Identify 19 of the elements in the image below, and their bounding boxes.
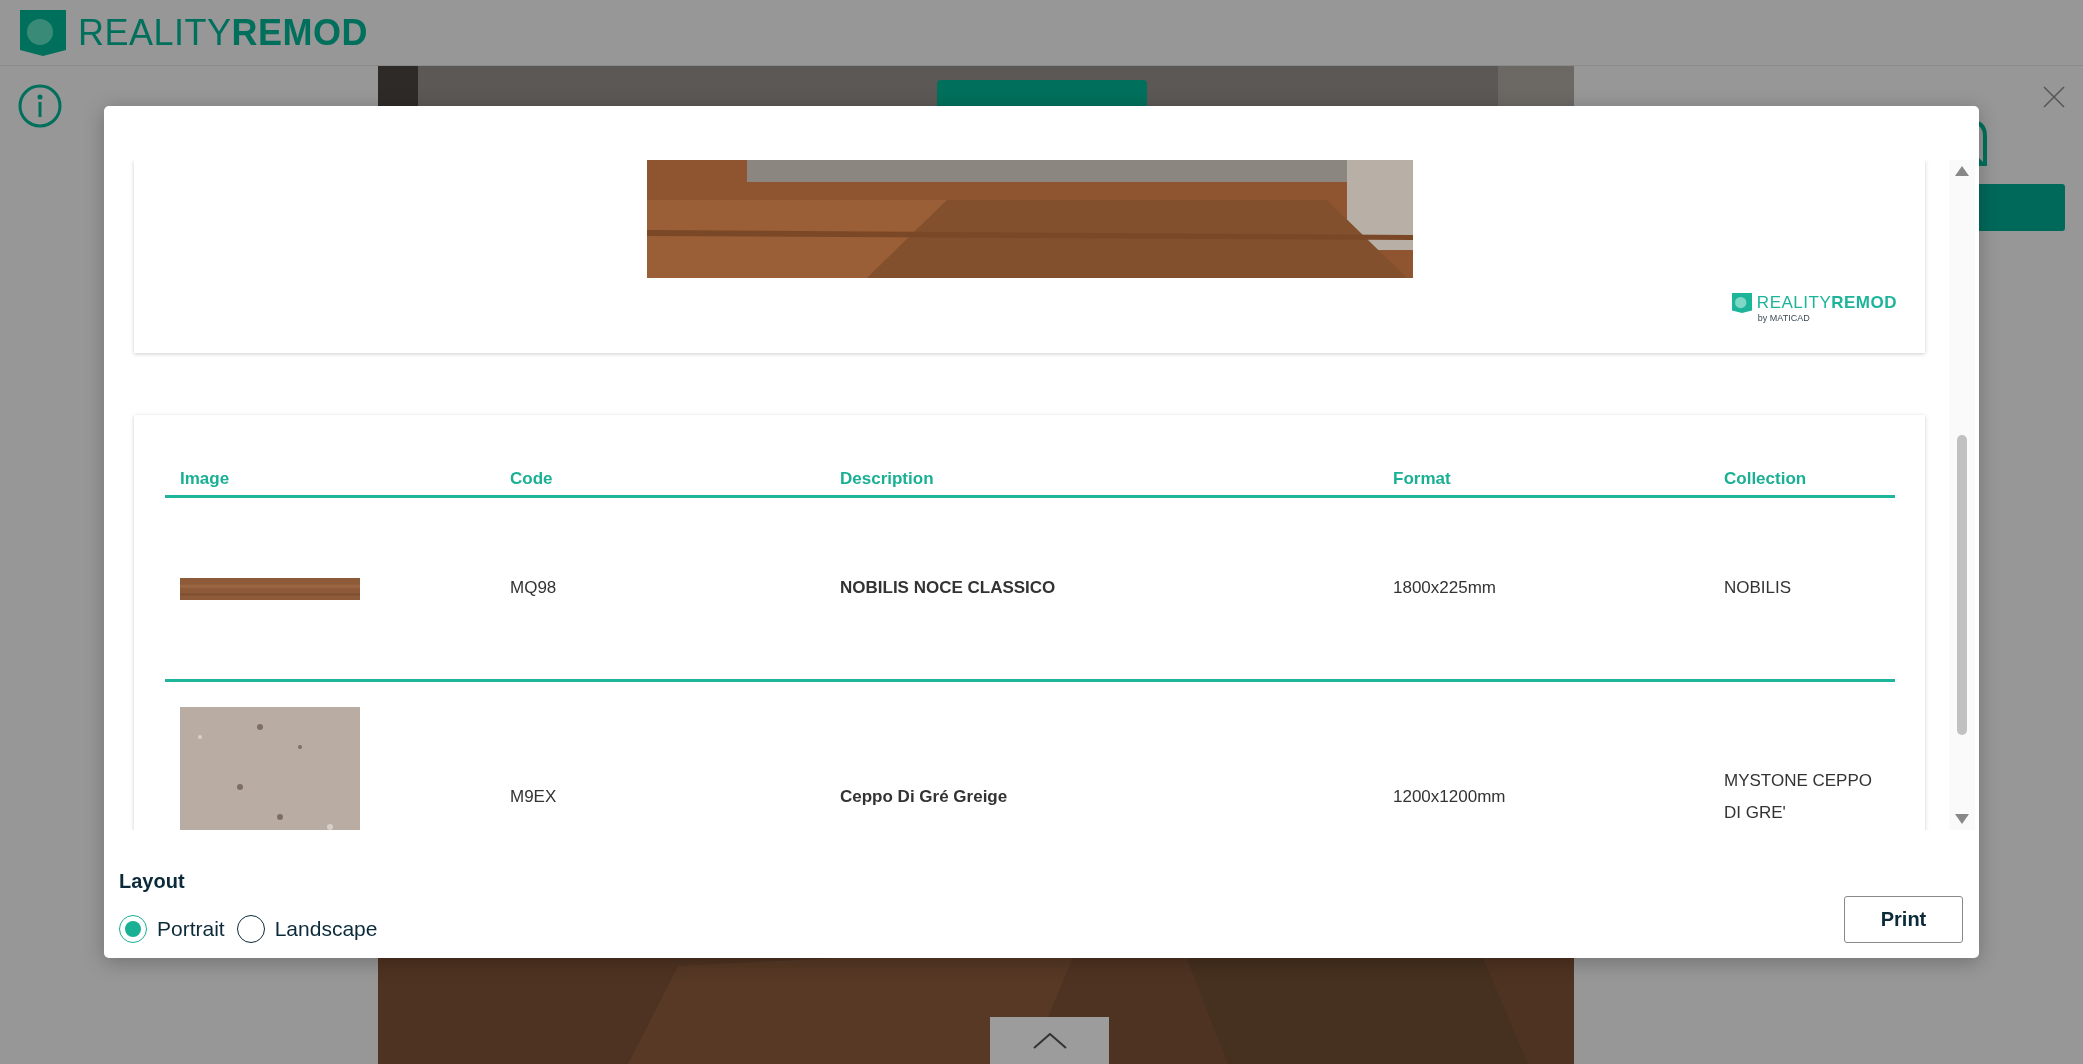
radio-option[interactable]: Landscape	[236, 915, 378, 943]
layout-label: Layout	[119, 870, 186, 893]
scrollbar-thumb[interactable]	[1957, 435, 1967, 735]
logo-text: REALITYREMOD	[1756, 293, 1897, 313]
print-button[interactable]: Print	[1844, 896, 1963, 943]
table-cell-text: MYSTONE CEPPO DI GRE'	[1723, 769, 1873, 824]
scroll-down-icon[interactable]	[1955, 814, 1969, 824]
column-header: Image	[179, 469, 231, 489]
logo-byline: by MATICAD	[1757, 313, 1810, 323]
info-icon[interactable]	[18, 84, 62, 128]
radio-option[interactable]: Portrait	[119, 915, 225, 943]
logo-icon	[1731, 293, 1752, 313]
scrollbar[interactable]	[1949, 160, 1975, 830]
logo-text: REALITYREMOD	[78, 11, 369, 54]
close-icon[interactable]	[2043, 86, 2065, 108]
table-cell-text: NOBILIS	[1723, 577, 1793, 600]
logo-icon	[20, 9, 66, 56]
scroll-up-icon[interactable]	[1955, 166, 1969, 176]
column-header: Collection	[1723, 469, 1808, 489]
